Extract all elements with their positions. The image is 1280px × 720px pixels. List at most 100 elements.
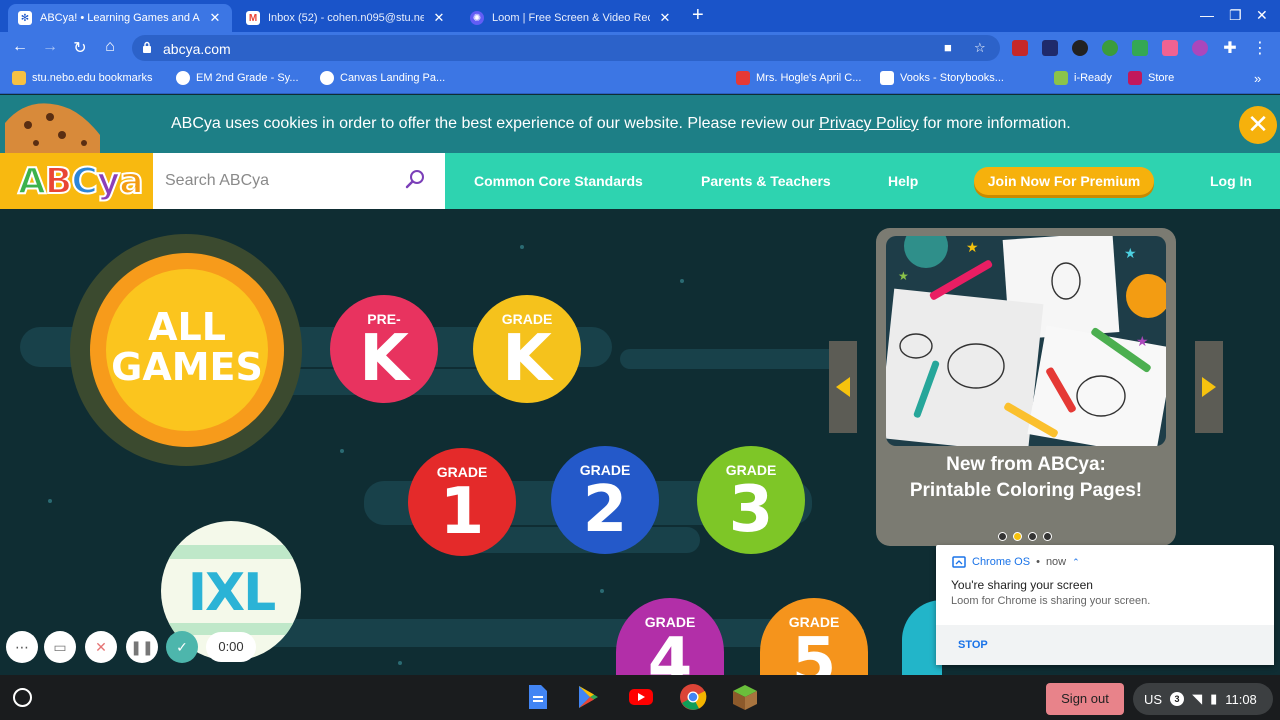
- close-tab-icon[interactable]: ✕: [208, 10, 222, 26]
- clock: 11:08: [1225, 691, 1257, 707]
- search-input[interactable]: [165, 169, 395, 193]
- nav-common-core-standards[interactable]: Common Core Standards: [474, 173, 643, 189]
- grade-prek-button[interactable]: PRE- K: [330, 295, 438, 403]
- coloring-pages-image[interactable]: ★ ★ ★ ★: [886, 236, 1166, 446]
- loom-icon: ✺: [470, 11, 484, 25]
- join-premium-button[interactable]: Join Now For Premium: [974, 167, 1154, 195]
- extension-icon[interactable]: [1132, 40, 1148, 56]
- extension-icon[interactable]: [1162, 40, 1178, 56]
- notification-body: Loom for Chrome is sharing your screen.: [951, 595, 1151, 607]
- bookmark-icon: [736, 71, 750, 85]
- carousel-next-button[interactable]: [1195, 341, 1223, 433]
- chevron-up-icon[interactable]: ⌃: [1072, 557, 1080, 568]
- close-cookie-button[interactable]: ✕: [1239, 106, 1277, 144]
- extension-icon[interactable]: [1102, 40, 1118, 56]
- notification-time: now: [1045, 556, 1067, 568]
- maximize-icon[interactable]: ❐: [1229, 7, 1242, 24]
- play-store-icon[interactable]: [574, 683, 602, 711]
- home-icon[interactable]: ⌂: [100, 38, 120, 56]
- bookmark-item[interactable]: Vooks - Storybooks...: [880, 71, 1004, 85]
- grade-3-button[interactable]: GRADE 3: [697, 446, 805, 554]
- reload-icon[interactable]: ↻: [70, 38, 90, 58]
- minecraft-icon[interactable]: [731, 683, 759, 711]
- back-icon[interactable]: ←: [10, 38, 30, 56]
- wifi-icon: ◥: [1192, 691, 1203, 706]
- carousel-dot[interactable]: [998, 532, 1007, 541]
- new-tab-button[interactable]: +: [692, 5, 704, 25]
- all-games-button[interactable]: ALL GAMES: [106, 269, 268, 431]
- abcya-logo[interactable]: ABCya: [0, 153, 153, 209]
- loom-camera-button[interactable]: ▭: [44, 631, 76, 663]
- carousel-prev-button[interactable]: [829, 341, 857, 433]
- screen-share-notification: Chrome OS • now ⌃ You're sharing your sc…: [936, 545, 1274, 665]
- abcya-favicon-icon: ✻: [18, 11, 32, 25]
- system-tray[interactable]: US 3 ◥ ▮ 11:08: [1133, 683, 1273, 715]
- grade-1-button[interactable]: GRADE 1: [408, 448, 516, 556]
- launcher-icon[interactable]: [13, 688, 32, 707]
- tab-loom[interactable]: ✺ Loom | Free Screen & Video Reco ✕: [460, 4, 682, 32]
- extension-icon[interactable]: [1042, 40, 1058, 56]
- forward-icon[interactable]: →: [40, 38, 60, 56]
- cast-icon: [952, 556, 966, 568]
- carousel-dot[interactable]: [1028, 532, 1037, 541]
- tab-abcya[interactable]: ✻ ABCya! • Learning Games and A ✕: [8, 4, 232, 32]
- tab-gmail[interactable]: M Inbox (52) - cohen.n095@stu.ne ✕: [236, 4, 456, 32]
- grade-2-button[interactable]: GRADE 2: [551, 446, 659, 554]
- browser-toolbar: ← → ↻ ⌂ abcya.com ■ ☆ ✚ ⋮: [0, 32, 1280, 64]
- camera-icon[interactable]: ■: [944, 40, 952, 55]
- youtube-icon[interactable]: [627, 683, 655, 711]
- loom-finish-button[interactable]: ✓: [166, 631, 198, 663]
- lock-icon: [143, 41, 151, 53]
- url-text: abcya.com: [163, 41, 231, 57]
- svg-text:★: ★: [1136, 333, 1149, 349]
- svg-text:★: ★: [966, 239, 979, 255]
- close-tab-icon[interactable]: ✕: [658, 10, 672, 26]
- privacy-policy-link[interactable]: Privacy Policy: [819, 115, 919, 132]
- bookmark-item[interactable]: EM 2nd Grade - Sy...: [176, 71, 299, 85]
- gmail-icon: M: [246, 11, 260, 25]
- arrow-right-icon: [1202, 377, 1216, 397]
- carousel-caption[interactable]: New from ABCya: Printable Coloring Pages…: [876, 452, 1176, 504]
- grade-k-button[interactable]: GRADE K: [473, 295, 581, 403]
- cookie-banner: ABCya uses cookies in order to offer the…: [0, 95, 1280, 153]
- stop-sharing-button[interactable]: STOP: [958, 639, 988, 651]
- bookmark-icon: [880, 71, 894, 85]
- loom-cancel-button[interactable]: ✕: [85, 631, 117, 663]
- tab-title: Inbox (52) - cohen.n095@stu.ne: [268, 12, 424, 24]
- bookmark-item[interactable]: Canvas Landing Pa...: [320, 71, 445, 85]
- chrome-icon[interactable]: [679, 683, 707, 711]
- extensions-puzzle-icon[interactable]: ✚: [1220, 38, 1240, 58]
- carousel-dot[interactable]: [1043, 532, 1052, 541]
- loom-more-button[interactable]: ⋯: [6, 631, 38, 663]
- svg-text:★: ★: [898, 269, 909, 283]
- google-docs-icon[interactable]: [523, 683, 551, 711]
- loom-extension-icon[interactable]: [1192, 40, 1208, 56]
- menu-kebab-icon[interactable]: ⋮: [1250, 38, 1270, 58]
- more-bookmarks-icon[interactable]: »: [1254, 71, 1261, 86]
- close-tab-icon[interactable]: ✕: [432, 10, 446, 26]
- bookmark-item[interactable]: Mrs. Hogle's April C...: [736, 71, 861, 85]
- bookmark-item[interactable]: i-Ready: [1054, 71, 1112, 85]
- sign-out-button[interactable]: Sign out: [1046, 683, 1124, 715]
- login-link[interactable]: Log In: [1210, 173, 1252, 189]
- bookmarks-bar: stu.nebo.edu bookmarks EM 2nd Grade - Sy…: [0, 64, 1280, 152]
- search-icon[interactable]: [404, 168, 426, 190]
- minimize-icon[interactable]: —: [1200, 7, 1214, 23]
- bookmark-item[interactable]: Store: [1128, 71, 1174, 85]
- loom-pause-button[interactable]: ❚❚: [126, 631, 158, 663]
- address-bar[interactable]: abcya.com ■ ☆: [132, 35, 1000, 61]
- nav-parents-teachers[interactable]: Parents & Teachers: [701, 173, 831, 189]
- carousel-dot-active[interactable]: [1013, 532, 1022, 541]
- cookie-icon: [5, 103, 100, 153]
- store-icon: [1128, 71, 1142, 85]
- nav-help[interactable]: Help: [888, 173, 918, 189]
- bookmark-star-icon[interactable]: ☆: [974, 40, 986, 56]
- extension-icon[interactable]: [1072, 40, 1088, 56]
- carousel-dots: [998, 532, 1052, 541]
- bookmark-icon: [176, 71, 190, 85]
- close-window-icon[interactable]: ✕: [1256, 7, 1268, 24]
- ublock-extension-icon[interactable]: [1012, 40, 1028, 56]
- search-box: [153, 153, 445, 209]
- bookmark-folder[interactable]: stu.nebo.edu bookmarks: [12, 71, 152, 85]
- globe-icon: [320, 71, 334, 85]
